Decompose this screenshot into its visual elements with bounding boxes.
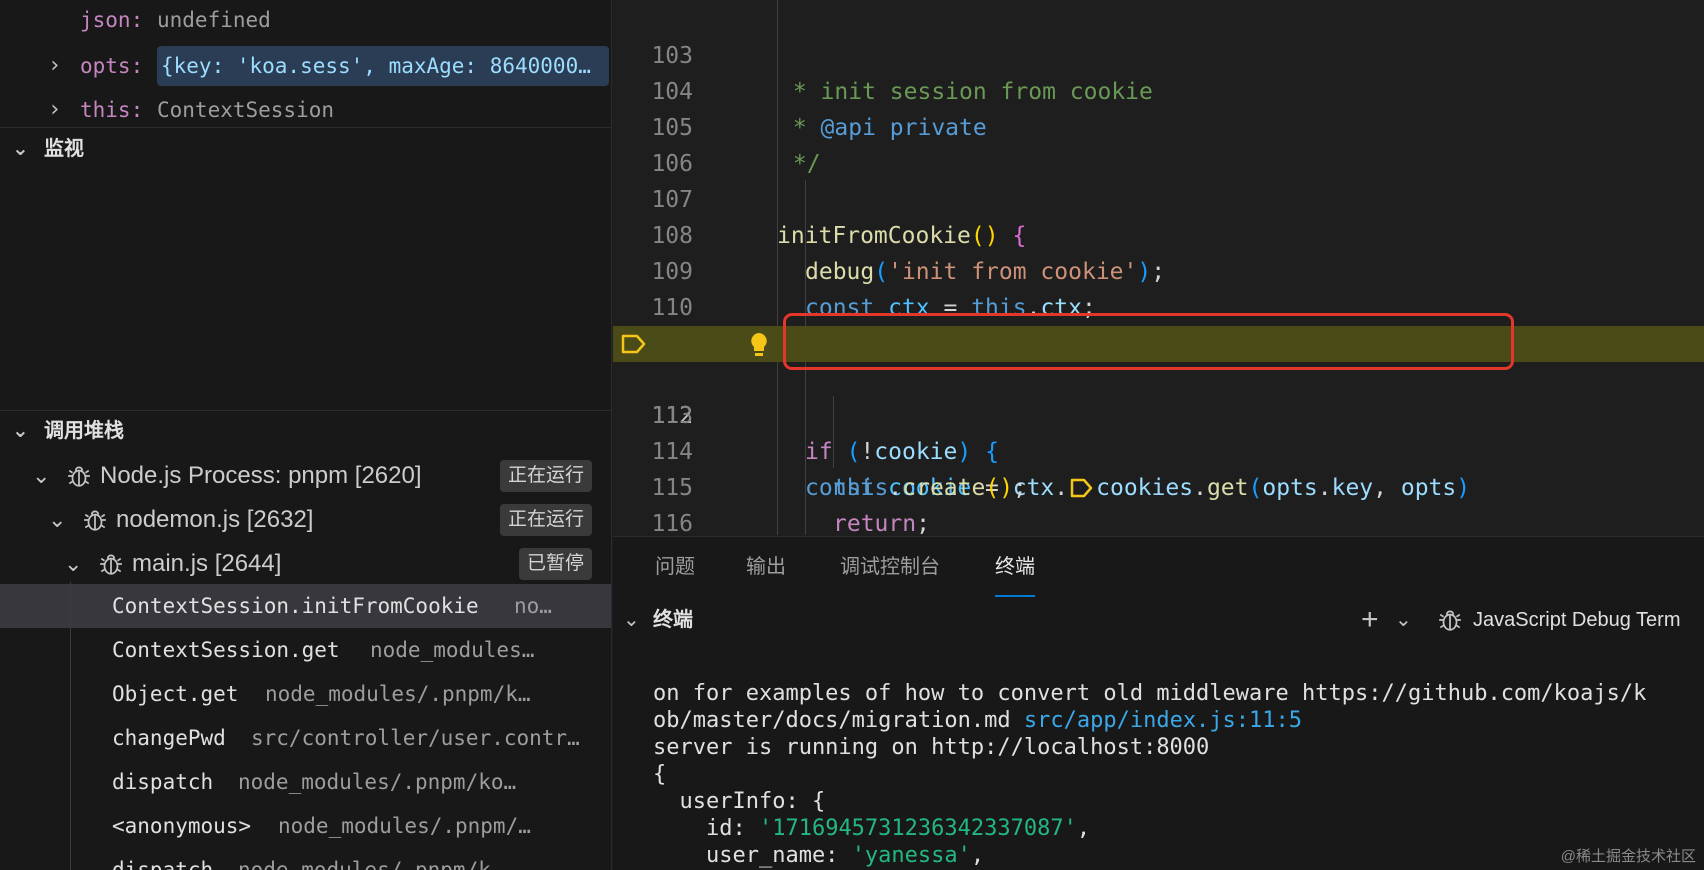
variable-name: json: [80,8,144,32]
tab-output[interactable]: 输出 [746,537,786,597]
stack-frame-row[interactable]: Object.get node_modules/.pnpm/k… [0,672,611,716]
terminal-line: server is running on http://localhost:80… [653,735,1210,760]
code-line: 117 [613,506,1704,535]
code-line: 108 debug('init from cookie'); [613,182,1704,285]
terminal-line: userInfo: { [653,789,826,814]
debug-sidebar: json: undefined › opts: {key: 'koa.sess'… [0,0,612,870]
terminal-line: id: '1716945731236342337087', [653,816,1091,841]
frame-name: Object.get [112,682,239,706]
stack-frame-row[interactable]: <anonymous> node_modules/.pnpm/… [0,804,611,848]
terminal-line: on for examples of how to convert old mi… [653,681,1647,706]
watch-title: 监视 [44,138,84,160]
tree-indent-guide [70,582,71,870]
variable-value: ContextSession [157,98,335,122]
chevron-right-icon[interactable]: › [48,46,68,86]
variable-row-json[interactable]: json: undefined [0,0,611,40]
bug-icon [100,554,122,575]
code-line: 116 } [613,470,1704,535]
stack-frame-row[interactable]: dispatch node_modules/.pnpm/ko… [0,760,611,804]
process-label: main.js [2644] [132,550,282,577]
breakpoint-arrow-icon[interactable] [621,334,647,354]
code-line: 104 * @api private [613,38,1704,141]
chevron-down-icon: ⌄ [48,507,67,532]
frame-name: changePwd [112,726,226,750]
stack-frame-row[interactable]: dispatch node_modules/.pnpm/k… [0,848,611,870]
code-line: 109 const ctx = this.ctx; [613,218,1704,321]
terminal-line: ob/master/docs/migration.md src/app/inde… [653,708,1303,733]
debug-terminal-icon [1439,610,1461,631]
process-label: nodemon.js [2632] [116,506,314,533]
terminal-line: { [653,762,667,787]
frame-path: node_modules… [370,638,535,662]
frame-path: node_modules/.pnpm/k… [238,858,504,870]
code-line: 106 [613,110,1704,177]
terminal-title: 终端 [653,609,693,631]
code-line: 110 const opts = this.opts; [613,254,1704,357]
variable-row-this[interactable]: › this: ContextSession [0,90,611,130]
status-badge: 正在运行 [499,460,592,492]
frame-path: node_modules/.pnpm/ko… [238,770,517,794]
code-line: 105 */ [613,74,1704,177]
code-editor[interactable]: 103 * init session from cookie 104 * @ap… [613,0,1704,535]
watch-section-header[interactable]: ⌄ 监视 [0,128,611,170]
process-row-pnpm[interactable]: ⌄ Node.js Process: pnpm [2620] 正在运行 [0,454,611,498]
chevron-down-icon: ⌄ [64,551,83,576]
terminal-line: user_name: 'yanessa', [653,843,985,868]
frame-path: node_modules/.pnpm/… [278,814,531,838]
code-line: 107 initFromCookie() { [613,146,1704,249]
variable-value: {key: 'koa.sess', maxAge: 8640000… [157,46,609,86]
variable-name: opts: [80,54,144,78]
frame-name: ContextSession.get [112,638,340,662]
code-line: 103 * init session from cookie [613,2,1704,105]
frame-name: dispatch [112,858,214,870]
process-row-main[interactable]: ⌄ main.js [2644] 已暂停 [0,542,611,586]
tab-problems[interactable]: 问题 [655,537,695,597]
frame-name: dispatch [112,770,214,794]
process-row-nodemon[interactable]: ⌄ nodemon.js [2632] 正在运行 [0,498,611,542]
bug-icon [68,466,90,487]
variable-name: this: [80,98,144,122]
bottom-panel: 问题 输出 调试控制台 终端 ⌄ 终端 + ⌄ JavaScript Debug… [613,536,1704,870]
process-label: Node.js Process: pnpm [2620] [100,462,422,489]
frame-path: no… [514,594,552,618]
chevron-down-icon: ⌄ [12,420,29,442]
add-terminal-icon[interactable]: + [1361,599,1379,641]
variable-row-opts[interactable]: › opts: {key: 'koa.sess', maxAge: 864000… [0,46,611,86]
terminal-source-link[interactable]: src/app/index.js:11:5 [1024,708,1302,733]
frame-path: src/controller/user.contr… [251,726,580,750]
chevron-down-icon[interactable]: ⌄ [1395,599,1412,641]
variable-value: undefined [157,8,271,32]
chevron-down-icon[interactable]: ⌄ [623,599,640,641]
frame-path: node_modules/.pnpm/k… [265,682,531,706]
status-badge: 已暂停 [518,548,592,580]
bug-icon [84,510,106,531]
highlight-annotation-box [783,313,1514,370]
terminal-profile-label[interactable]: JavaScript Debug Term [1473,599,1681,641]
tab-terminal[interactable]: 终端 [995,537,1035,597]
code-line: 115 return; [613,434,1704,535]
stack-frame-row[interactable]: changePwd src/controller/user.contr… [0,716,611,760]
terminal-header: ⌄ 终端 + ⌄ JavaScript Debug Term [613,599,1704,641]
lightbulb-icon[interactable] [749,332,769,358]
stack-frame-row[interactable]: ContextSession.initFromCookie no… [0,584,611,628]
frame-name: ContextSession.initFromCookie [112,594,479,618]
code-line: 114 this.create(); [613,398,1704,501]
call-stack-section-header[interactable]: ⌄ 调用堆栈 [0,410,611,452]
watermark: @稀土掘金技术社区 [1560,848,1696,865]
chevron-down-icon: ⌄ [12,138,29,160]
frame-name: <anonymous> [112,814,252,838]
stack-frame-row[interactable]: ContextSession.get node_modules… [0,628,611,672]
tab-debug-console[interactable]: 调试控制台 [840,537,940,597]
status-badge: 正在运行 [499,504,592,536]
chevron-right-icon[interactable]: › [48,90,68,130]
call-stack-title: 调用堆栈 [44,420,124,442]
chevron-down-icon: ⌄ [32,463,51,488]
